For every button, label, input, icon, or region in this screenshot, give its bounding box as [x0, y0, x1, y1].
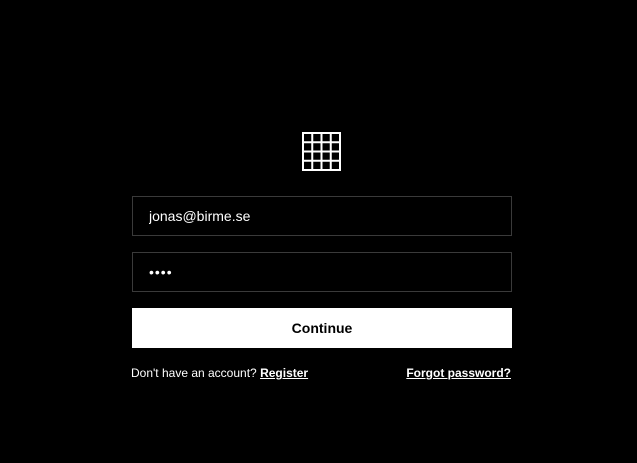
forgot-password-link[interactable]: Forgot password?: [406, 366, 511, 380]
password-input[interactable]: [132, 252, 512, 292]
continue-button[interactable]: Continue: [132, 308, 512, 348]
login-screen: Continue Don't have an account? Register…: [0, 0, 637, 463]
register-prompt: Don't have an account? Register: [131, 365, 308, 381]
forgot-password-area: Forgot password?: [406, 365, 511, 381]
grid-logo-icon: [302, 132, 341, 171]
email-input[interactable]: [132, 196, 512, 236]
register-link[interactable]: Register: [260, 366, 308, 380]
no-account-text: Don't have an account?: [131, 366, 257, 380]
